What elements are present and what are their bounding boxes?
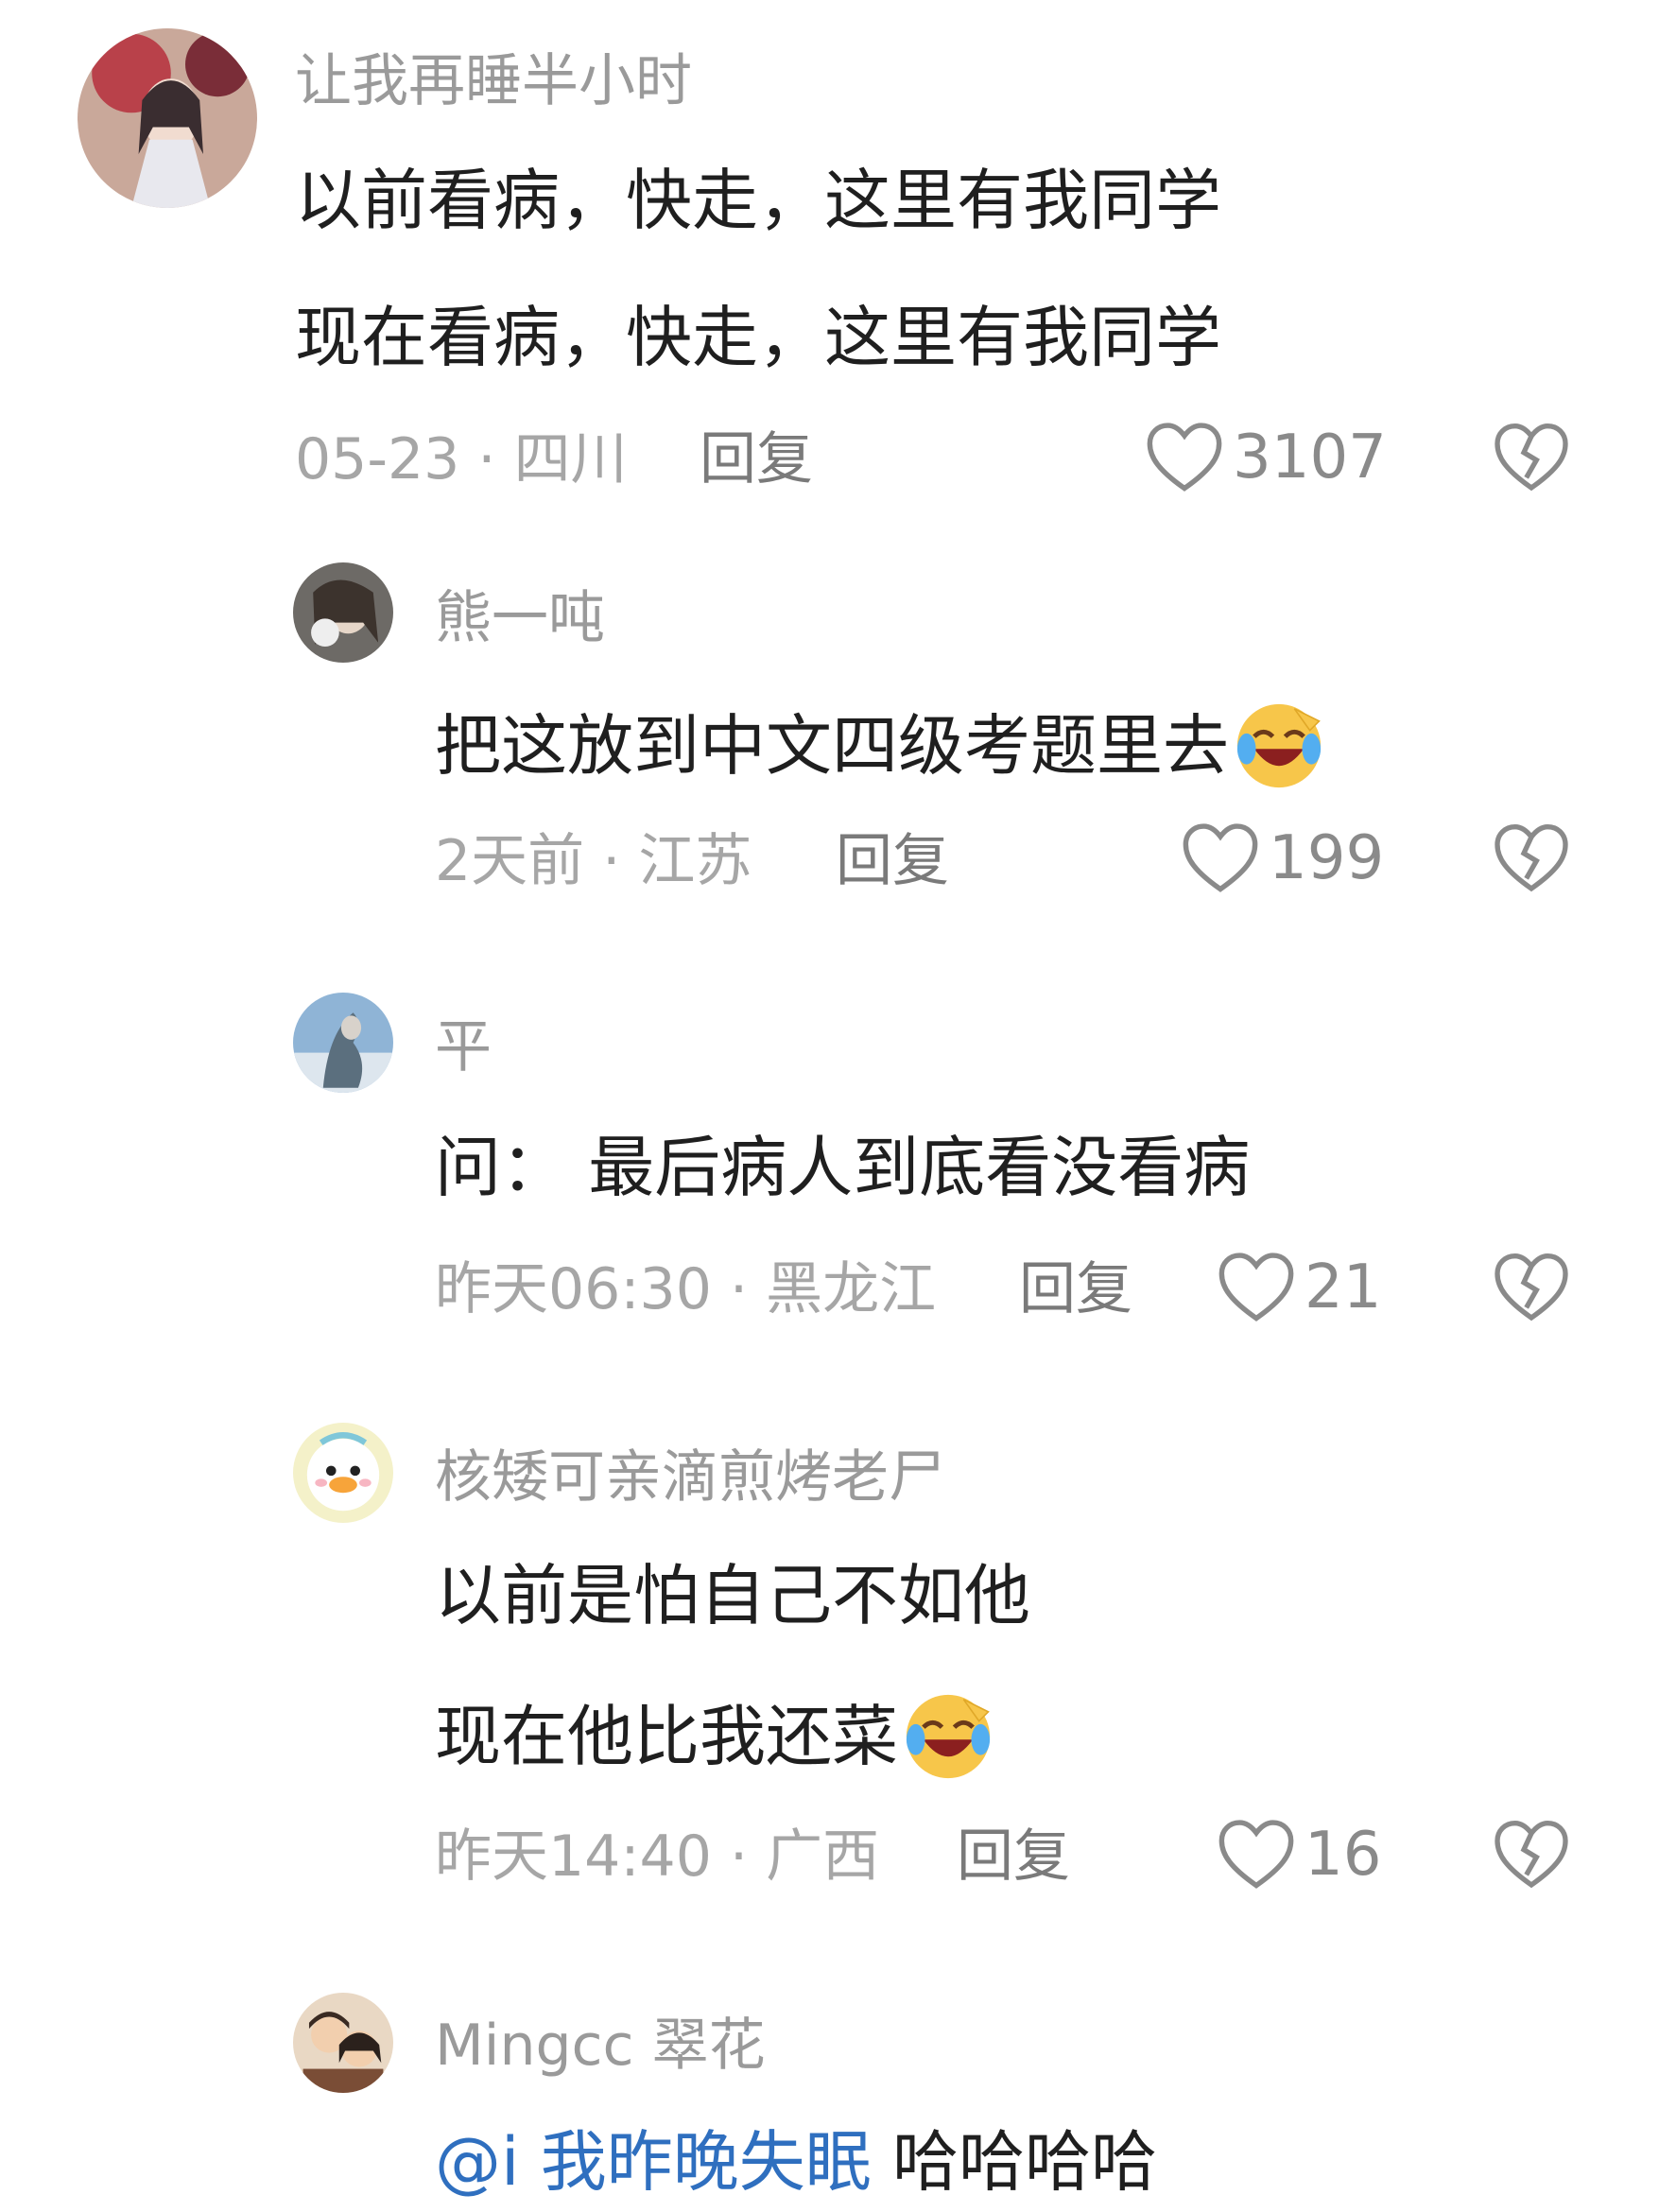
reply-button[interactable]: 回复 [1019,1255,1132,1323]
heart-outline-icon [1218,1253,1294,1322]
comment-text-line: 现在他比我还菜 [435,1690,994,1783]
avatar[interactable] [78,28,257,208]
comment-text: 现在他比我还菜 [435,1698,898,1775]
laughing-crying-emoji [906,1694,991,1779]
username[interactable]: 让我再睡半小时 [295,47,692,115]
heart-outline-icon [1218,1820,1294,1889]
username[interactable]: Mingcc 翠花 [435,2012,766,2080]
time-location: 昨天14:40 · 广西 [435,1823,880,1890]
username[interactable]: 核矮可亲滴煎烤老尸 [435,1443,945,1512]
like-button[interactable]: 199 [1182,822,1384,894]
like-button[interactable]: 3107 [1146,422,1387,493]
broken-heart-icon[interactable] [1494,822,1569,894]
avatar[interactable] [293,993,393,1093]
comment-text-line: @i 我昨晚失眠 哈哈哈哈 [435,2122,1157,2202]
reply-button[interactable]: 回复 [836,827,949,895]
comment-text: 把这放到中文四级考题里去 [435,707,1229,785]
time-location: 昨天06:30 · 黑龙江 [435,1256,937,1322]
like-count: 199 [1269,823,1385,893]
comment-text-line: 把这放到中文四级考题里去 [435,700,1325,792]
mention-link[interactable]: @i 我昨晚失眠 [435,2122,872,2202]
username[interactable]: 熊一吨 [435,584,605,652]
comment-text: 哈哈哈哈 [871,2123,1157,2201]
comment-text-line: 问： 最后病人到底看没看病 [435,1129,1251,1206]
heart-outline-icon [1183,823,1258,892]
reply-button[interactable]: 回复 [700,425,813,493]
like-count: 3107 [1233,423,1387,493]
broken-heart-icon[interactable] [1494,1252,1569,1323]
like-count: 16 [1305,1820,1382,1890]
time-location: 05-23 · 四川 [295,426,628,493]
comment-text-line: 以前看病，快走，这里有我同学 [295,162,1221,239]
comment-text-line: 现在看病，快走，这里有我同学 [295,299,1221,376]
broken-heart-icon[interactable] [1494,1819,1569,1891]
like-count: 21 [1305,1253,1382,1322]
username[interactable]: 平 [435,1013,492,1081]
avatar[interactable] [293,562,393,663]
comment-text-line: 以前是怕自己不如他 [435,1557,1030,1634]
broken-heart-icon[interactable] [1494,422,1569,493]
heart-outline-icon [1147,423,1222,492]
time-location: 2天前 · 江苏 [435,828,752,894]
reply-button[interactable]: 回复 [957,1823,1070,1891]
avatar[interactable] [293,1423,393,1523]
like-button[interactable]: 21 [1218,1252,1381,1323]
avatar[interactable] [293,1993,393,2093]
like-button[interactable]: 16 [1218,1819,1381,1891]
laughing-crying-emoji [1236,703,1322,788]
